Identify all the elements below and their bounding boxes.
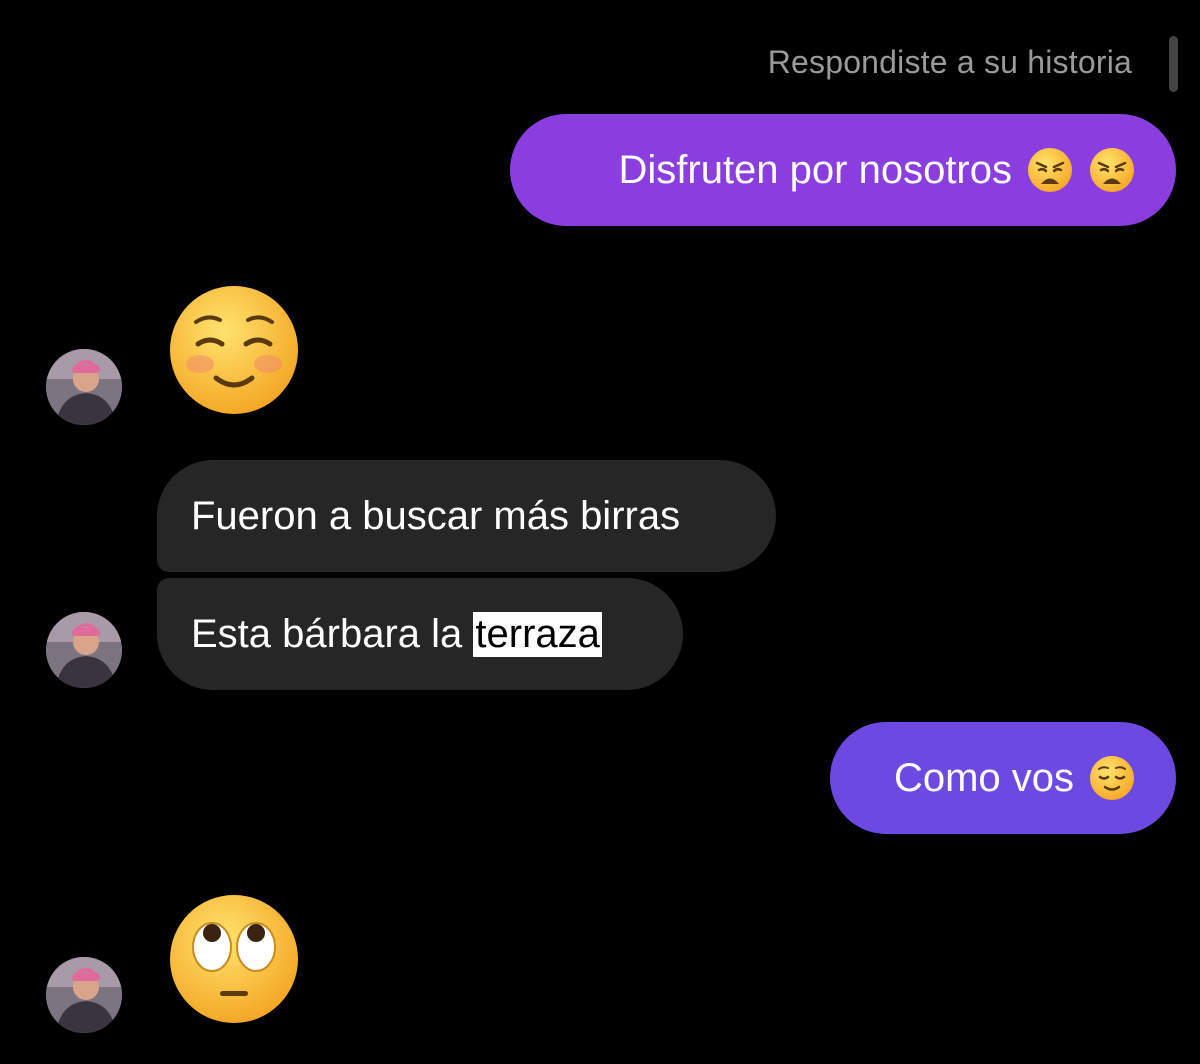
message-text: Como vos: [893, 755, 1074, 800]
message-text: Disfruten por nosotros: [618, 147, 1012, 192]
scrollbar[interactable]: [1169, 36, 1178, 92]
contact-avatar[interactable]: [46, 957, 122, 1033]
contact-avatar[interactable]: [46, 612, 122, 688]
highlighted-word: terraza: [473, 611, 602, 657]
weary-face-icon: [1026, 146, 1074, 194]
outgoing-message-bubble[interactable]: Disfruten por nosotros: [510, 114, 1176, 226]
message-text: Esta bárbara la: [191, 611, 474, 656]
outgoing-message-bubble[interactable]: Como vos: [830, 722, 1176, 834]
smiling-face-icon[interactable]: [166, 282, 302, 418]
story-reply-note: Respondiste a su historia: [767, 44, 1132, 80]
incoming-message-bubble[interactable]: Fueron a buscar más birras: [157, 460, 776, 572]
face-with-rolling-eyes-icon[interactable]: [166, 891, 302, 1027]
message-text: Fueron a buscar más birras: [191, 493, 681, 538]
incoming-message-bubble[interactable]: Esta bárbara la terraza: [157, 578, 683, 690]
relieved-face-icon: [1088, 754, 1136, 802]
weary-face-icon: [1088, 146, 1136, 194]
contact-avatar[interactable]: [46, 349, 122, 425]
